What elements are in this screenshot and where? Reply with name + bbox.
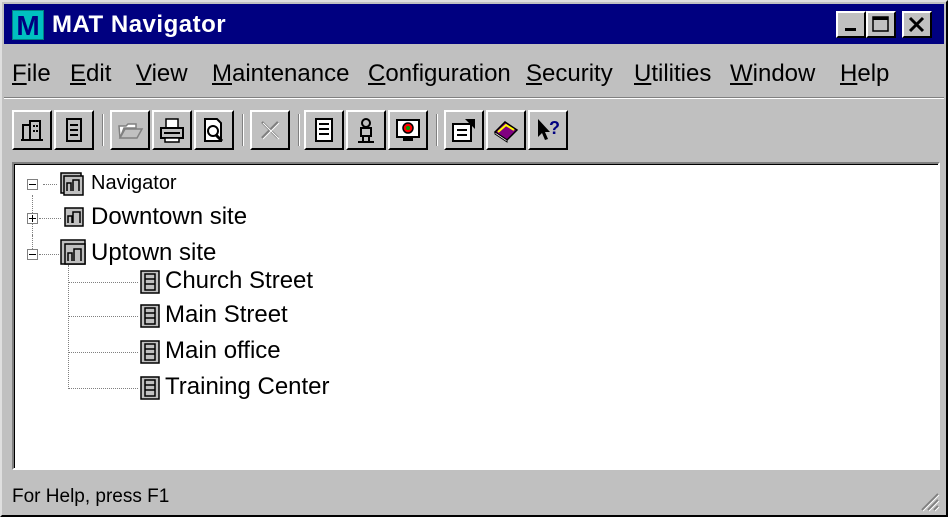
- building-button[interactable]: [54, 110, 94, 150]
- toolbar-separator: [102, 114, 104, 146]
- tree-connector: [39, 218, 61, 219]
- maximize-icon: [872, 16, 889, 32]
- menu-security[interactable]: Security: [526, 60, 613, 88]
- person-button[interactable]: [346, 110, 386, 150]
- delete-icon: [261, 121, 280, 140]
- tree-connector: [68, 352, 138, 353]
- help-book-button[interactable]: [486, 110, 526, 150]
- tree-connector: [68, 265, 69, 389]
- tree-connector: [68, 388, 138, 389]
- menu-window[interactable]: Window: [730, 60, 815, 88]
- open-button[interactable]: [110, 110, 150, 150]
- help-book-icon: [493, 121, 519, 143]
- tree-connector: [68, 316, 138, 317]
- tree-connector: [43, 184, 57, 185]
- main-window: M MAT Navigator File Edit View Maintenan…: [0, 0, 948, 517]
- site-icon: [60, 239, 86, 265]
- building-icon: [140, 304, 160, 328]
- context-help-button[interactable]: ?: [528, 110, 568, 150]
- menu-utilities[interactable]: Utilities: [634, 60, 711, 88]
- tree-node-label: Church Street: [165, 267, 314, 294]
- properties-button[interactable]: [444, 110, 484, 150]
- menu-maintenance[interactable]: Maintenance: [212, 60, 349, 88]
- monitor-button[interactable]: [388, 110, 428, 150]
- context-help-icon: ?: [538, 118, 560, 140]
- properties-icon: [452, 119, 475, 142]
- title-bar[interactable]: M MAT Navigator: [4, 4, 944, 44]
- tree-connector: [39, 254, 59, 255]
- tree-node-label: Training Center: [165, 373, 330, 400]
- menu-help[interactable]: Help: [840, 60, 889, 88]
- minimize-icon: [845, 28, 856, 31]
- building-icon: [140, 270, 160, 294]
- report-icon: [315, 118, 333, 142]
- delete-button[interactable]: [250, 110, 290, 150]
- tree-node-label: Main office: [165, 337, 281, 364]
- print-preview-button[interactable]: [194, 110, 234, 150]
- tree-node-label: Navigator: [91, 172, 177, 194]
- tree-connector: [68, 282, 138, 283]
- menu-view[interactable]: View: [136, 60, 188, 88]
- navigator-tree[interactable]: Navigator Downtown site Uptown site Chur…: [12, 162, 940, 470]
- building-icon: [66, 118, 82, 142]
- collapse-icon[interactable]: [27, 179, 38, 190]
- app-icon[interactable]: M: [12, 10, 44, 41]
- building-icon: [140, 340, 160, 364]
- print-button[interactable]: [152, 110, 192, 150]
- open-folder-icon: [118, 123, 144, 139]
- menu-divider: [4, 97, 944, 99]
- print-preview-icon: [204, 118, 224, 143]
- building-icon: [140, 376, 160, 400]
- status-text: For Help, press F1: [12, 486, 170, 507]
- svg-text:?: ?: [549, 118, 560, 138]
- window-title: MAT Navigator: [52, 11, 227, 38]
- menu-configuration[interactable]: Configuration: [368, 60, 511, 88]
- status-bar: For Help, press F1: [4, 476, 944, 514]
- toolbar-separator: [298, 114, 300, 146]
- resize-grip-icon[interactable]: [918, 490, 940, 512]
- close-button[interactable]: [902, 11, 932, 38]
- menu-bar: File Edit View Maintenance Configuration…: [4, 54, 944, 94]
- tree-node-label: Uptown site: [91, 239, 217, 266]
- print-icon: [160, 118, 184, 143]
- monitor-icon: [396, 119, 420, 141]
- close-icon: [908, 16, 925, 33]
- tree-content: Navigator Downtown site Uptown site Chur…: [14, 164, 938, 468]
- maximize-button[interactable]: [866, 11, 896, 38]
- report-button[interactable]: [304, 110, 344, 150]
- navigator-icon: [60, 172, 84, 196]
- tree-node-label: Downtown site: [91, 203, 248, 230]
- menu-edit[interactable]: Edit: [70, 60, 111, 88]
- site-icon: [64, 207, 84, 227]
- toolbar-separator: [242, 114, 244, 146]
- toolbar: ?: [4, 102, 944, 156]
- tree-node-label: Main Street: [165, 301, 288, 328]
- site-icon: [21, 120, 43, 141]
- menu-file[interactable]: File: [12, 60, 51, 88]
- toolbar-separator: [436, 114, 438, 146]
- minimize-button[interactable]: [836, 11, 866, 38]
- collapse-icon[interactable]: [27, 249, 38, 260]
- site-button[interactable]: [12, 110, 52, 150]
- expand-icon[interactable]: [27, 213, 38, 224]
- person-icon: [358, 118, 374, 143]
